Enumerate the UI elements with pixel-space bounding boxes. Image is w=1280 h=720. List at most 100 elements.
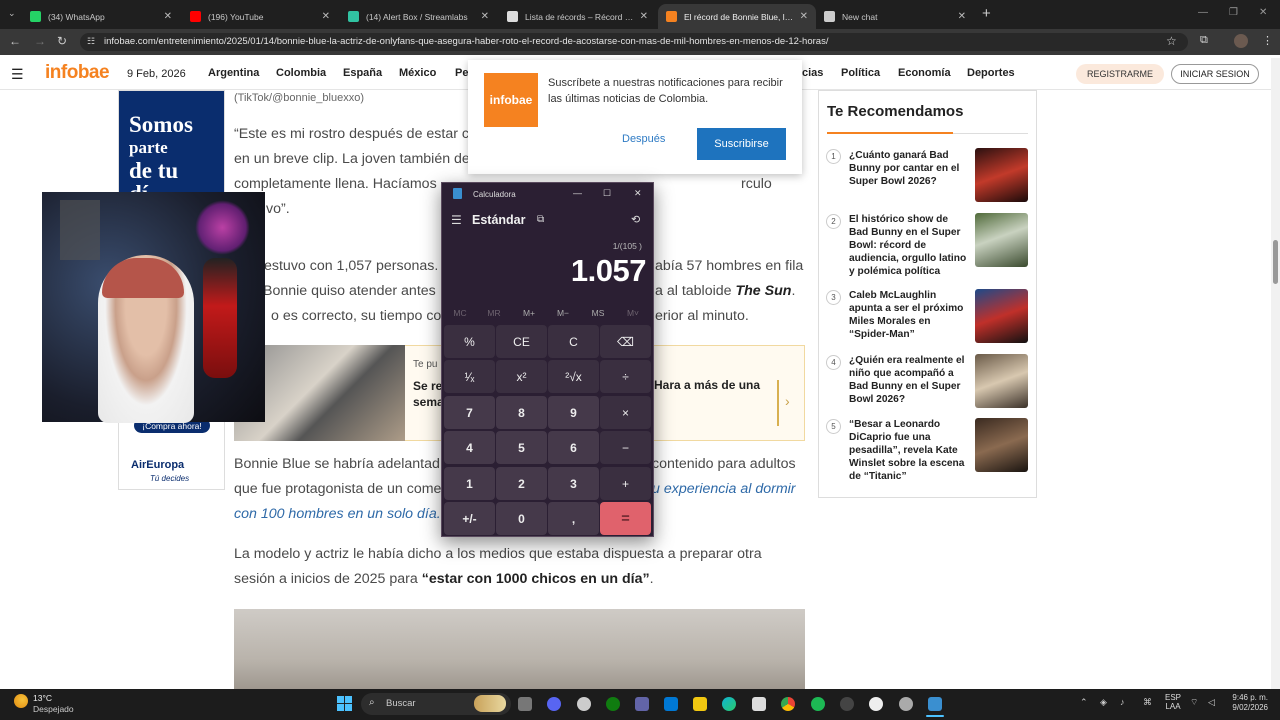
memory-button[interactable]: MS bbox=[583, 308, 613, 318]
calc-key[interactable]: 7 bbox=[444, 396, 495, 429]
calc-key[interactable]: 6 bbox=[548, 431, 599, 464]
rec-item-title[interactable]: El histórico show de Bad Bunny en el Sup… bbox=[849, 213, 969, 278]
forward-icon[interactable]: → bbox=[34, 34, 46, 48]
outlook-icon[interactable] bbox=[664, 697, 678, 711]
calc-key[interactable]: 5 bbox=[496, 431, 547, 464]
calc-key[interactable]: 0 bbox=[496, 502, 547, 535]
new-tab-button[interactable]: + bbox=[982, 5, 991, 22]
tab-search-icon[interactable]: ⌄ bbox=[8, 8, 16, 19]
obs-icon[interactable] bbox=[840, 697, 854, 711]
tab-close-icon[interactable]: ✕ bbox=[481, 11, 489, 22]
browser-tab[interactable]: (34) WhatsApp ✕ bbox=[22, 4, 180, 29]
rec-item-image[interactable] bbox=[975, 289, 1028, 343]
calc-menu-icon[interactable]: ☰ bbox=[451, 213, 462, 227]
url-text[interactable]: infobae.com/entretenimiento/2025/01/14/b… bbox=[104, 36, 828, 47]
tab-close-icon[interactable]: ✕ bbox=[164, 11, 172, 22]
memory-button[interactable]: M+ bbox=[514, 308, 544, 318]
rec-item-image[interactable] bbox=[975, 418, 1028, 472]
calc-key[interactable]: ²√x bbox=[548, 360, 599, 393]
memory-button[interactable]: M− bbox=[548, 308, 578, 318]
clock[interactable]: 9:46 p. m. 9/02/2026 bbox=[1228, 693, 1268, 713]
nav-noticias[interactable]: cias bbox=[802, 67, 823, 79]
tab-close-icon[interactable]: ✕ bbox=[800, 11, 808, 22]
network-icon[interactable]: ◈ bbox=[1100, 697, 1107, 708]
minimize-icon[interactable]: — bbox=[1198, 7, 1208, 18]
calc-key[interactable]: + bbox=[600, 467, 651, 500]
store-icon[interactable] bbox=[752, 697, 766, 711]
task-view-icon[interactable] bbox=[518, 697, 532, 711]
calc-key[interactable]: ⌫ bbox=[600, 325, 651, 358]
nav-deportes[interactable]: Deportes bbox=[967, 67, 1015, 79]
nav-politica[interactable]: Política bbox=[841, 67, 880, 79]
rec-item-image[interactable] bbox=[975, 354, 1028, 408]
calc-key[interactable]: × bbox=[600, 396, 651, 429]
tab-close-icon[interactable]: ✕ bbox=[640, 11, 648, 22]
subscribe-button[interactable]: Suscribirse bbox=[697, 128, 786, 160]
rec-item-title[interactable]: ¿Quién era realmente el niño que acompañ… bbox=[849, 354, 969, 406]
calc-key[interactable]: x² bbox=[496, 360, 547, 393]
file-explorer-icon[interactable] bbox=[693, 697, 707, 711]
article-link[interactable]: u experiencia al dormir bbox=[652, 477, 796, 502]
maximize-icon[interactable]: ❐ bbox=[1229, 7, 1238, 18]
reload-icon[interactable]: ↻ bbox=[57, 34, 67, 48]
calc-key[interactable]: +/- bbox=[444, 502, 495, 535]
tab-close-icon[interactable]: ✕ bbox=[958, 11, 966, 22]
calc-key[interactable]: 3 bbox=[548, 467, 599, 500]
calc-key[interactable]: % bbox=[444, 325, 495, 358]
login-button[interactable]: INICIAR SESION bbox=[1171, 64, 1259, 84]
calc-key[interactable]: CE bbox=[496, 325, 547, 358]
nav-colombia[interactable]: Colombia bbox=[276, 67, 326, 79]
browser-tab[interactable]: El récord de Bonnie Blue, la actr ✕ bbox=[658, 4, 816, 29]
chevron-right-icon[interactable]: › bbox=[785, 393, 790, 409]
wifi-icon[interactable]: ⌔ bbox=[1190, 697, 1198, 708]
github-icon[interactable] bbox=[869, 697, 883, 711]
browser-tab[interactable]: (196) YouTube ✕ bbox=[182, 4, 338, 29]
back-icon[interactable]: ← bbox=[9, 34, 21, 48]
calc-key[interactable]: 4 bbox=[444, 431, 495, 464]
history-icon[interactable]: ⟲ bbox=[631, 213, 640, 226]
bookmark-star-icon[interactable]: ☆ bbox=[1166, 34, 1177, 48]
close-window-icon[interactable]: ✕ bbox=[1259, 7, 1267, 18]
discord-icon[interactable] bbox=[547, 697, 561, 711]
site-logo[interactable]: infobae bbox=[45, 62, 110, 84]
later-button[interactable]: Después bbox=[622, 133, 665, 145]
memory-button[interactable]: MC bbox=[445, 308, 475, 318]
related-title[interactable]: Se re sema bbox=[413, 378, 444, 410]
language-indicator[interactable]: ESP LAA bbox=[1165, 693, 1181, 711]
microphone-icon[interactable]: ⌘ bbox=[1143, 697, 1152, 708]
keep-on-top-icon[interactable]: ⧉ bbox=[537, 214, 544, 225]
nav-argentina[interactable]: Argentina bbox=[208, 67, 259, 79]
tab-close-icon[interactable]: ✕ bbox=[322, 11, 330, 22]
extensions-icon[interactable]: ⧉ bbox=[1200, 34, 1208, 47]
calc-key[interactable]: ÷ bbox=[600, 360, 651, 393]
page-scrollbar[interactable] bbox=[1271, 58, 1280, 689]
calc-close-icon[interactable]: ✕ bbox=[634, 188, 642, 199]
calc-key[interactable]: 2 bbox=[496, 467, 547, 500]
weather-icon[interactable] bbox=[14, 694, 28, 708]
rec-item-title[interactable]: Caleb McLaughlin apunta a ser el próximo… bbox=[849, 289, 969, 341]
equals-key[interactable]: = bbox=[600, 502, 651, 535]
calc-key[interactable]: 1 bbox=[444, 467, 495, 500]
nav-espana[interactable]: España bbox=[343, 67, 382, 79]
rec-item-title[interactable]: “Besar a Leonardo DiCaprio fue una pesad… bbox=[849, 418, 969, 483]
edge-icon[interactable] bbox=[722, 697, 736, 711]
search-highlight-image[interactable] bbox=[474, 695, 506, 712]
calc-minimize-icon[interactable]: — bbox=[573, 188, 582, 198]
windows-start-icon[interactable] bbox=[337, 696, 352, 711]
weather-temp[interactable]: 13°C bbox=[33, 693, 52, 703]
scrollbar-thumb[interactable] bbox=[1273, 240, 1278, 284]
rec-item-image[interactable] bbox=[975, 148, 1028, 202]
calc-maximize-icon[interactable]: ☐ bbox=[603, 188, 611, 199]
menu-dots-icon[interactable]: ⋮ bbox=[1262, 34, 1273, 47]
rec-item-title[interactable]: ¿Cuánto ganará Bad Bunny por cantar en e… bbox=[849, 149, 969, 188]
browser-tab[interactable]: New chat ✕ bbox=[816, 4, 974, 29]
steam-icon[interactable] bbox=[577, 697, 591, 711]
teams-icon[interactable] bbox=[635, 697, 649, 711]
calculator-taskbar-icon[interactable] bbox=[928, 697, 942, 711]
memory-button[interactable]: M˅ bbox=[618, 308, 648, 318]
xbox-icon[interactable] bbox=[606, 697, 620, 711]
register-button[interactable]: REGISTRARME bbox=[1076, 64, 1164, 84]
rec-item-image[interactable] bbox=[975, 213, 1028, 267]
calc-key[interactable]: ¹⁄ₓ bbox=[444, 360, 495, 393]
tray-overflow-icon[interactable]: ⌃ bbox=[1080, 697, 1088, 708]
